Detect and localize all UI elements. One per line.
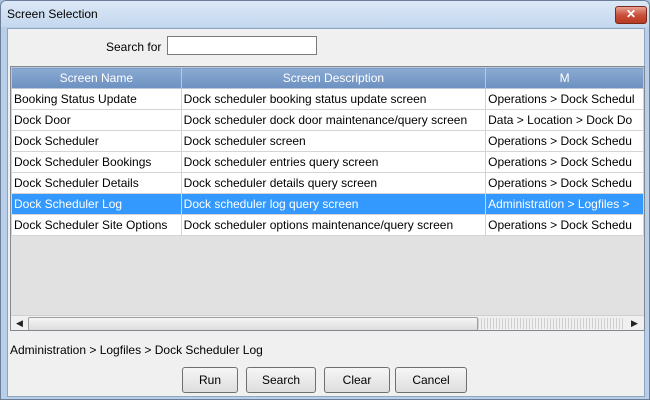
cell-menu-path: Operations > Dock Schedu <box>485 172 644 194</box>
scrollbar-thumb[interactable] <box>28 317 478 330</box>
table-row[interactable]: Dock Scheduler Site Options Dock schedule… <box>11 214 644 236</box>
search-input[interactable] <box>167 36 317 55</box>
cell-screen-name: Dock Scheduler Site Options <box>11 214 182 236</box>
cell-menu-path: Administration > Logfiles > <box>485 193 644 215</box>
table-body: Booking Status Update Dock scheduler book… <box>11 88 644 236</box>
search-label: Search for <box>106 40 162 54</box>
arrow-right-icon: ▶ <box>631 318 638 328</box>
table-header-row: Screen Name Screen Description M <box>11 67 644 89</box>
cell-screen-description: Dock scheduler entries query screen <box>180 151 487 173</box>
close-button[interactable]: ✕ <box>615 6 647 24</box>
cell-menu-path: Operations > Dock Schedul <box>485 88 644 110</box>
cell-menu-path: Operations > Dock Schedu <box>485 151 644 173</box>
table-row[interactable]: Booking Status Update Dock scheduler book… <box>11 88 644 110</box>
cell-screen-description: Dock scheduler log query screen <box>180 193 487 215</box>
screen-table-grid: Screen Name Screen Description M Booking… <box>11 67 644 236</box>
table-row[interactable]: Dock Scheduler Bookings Dock scheduler en… <box>11 151 644 173</box>
cell-screen-name: Booking Status Update <box>11 88 182 110</box>
arrow-left-icon: ◀ <box>16 318 23 328</box>
close-icon: ✕ <box>625 7 637 21</box>
screen-selection-window: Screen Selection ✕ Search for Screen Nam… <box>0 0 650 400</box>
cell-screen-description: Dock scheduler booking status update scr… <box>180 88 487 110</box>
scrollbar-track[interactable] <box>478 318 624 329</box>
window-title: Screen Selection <box>7 7 98 21</box>
column-header-screen-description[interactable]: Screen Description <box>180 67 487 89</box>
cell-screen-name: Dock Scheduler Details <box>11 172 182 194</box>
column-header-screen-name[interactable]: Screen Name <box>11 67 182 89</box>
clear-button[interactable]: Clear <box>324 367 390 393</box>
column-header-menu-path[interactable]: M <box>485 67 644 89</box>
title-bar[interactable]: Screen Selection ✕ <box>1 1 649 27</box>
dialog-body: Search for Screen Name Screen Descriptio… <box>7 28 645 397</box>
cell-screen-name: Dock Scheduler Bookings <box>11 151 182 173</box>
table-row[interactable]: Dock Scheduler Log Dock scheduler log que… <box>11 193 644 215</box>
cell-menu-path: Operations > Dock Schedu <box>485 130 644 152</box>
cell-screen-description: Dock scheduler details query screen <box>180 172 487 194</box>
table-row[interactable]: Dock Door Dock scheduler dock door mainte… <box>11 109 644 131</box>
horizontal-scrollbar[interactable]: ◀ ▶ <box>11 315 644 330</box>
cell-screen-description: Dock scheduler dock door maintenance/que… <box>180 109 487 131</box>
scroll-right-button[interactable]: ▶ <box>627 316 642 330</box>
cell-screen-name: Dock Scheduler Log <box>11 193 182 215</box>
cell-screen-description: Dock scheduler screen <box>180 130 487 152</box>
table-row[interactable]: Dock Scheduler Dock scheduler screen Opera… <box>11 130 644 152</box>
run-button[interactable]: Run <box>182 367 238 393</box>
selected-path-label: Administration > Logfiles > Dock Schedul… <box>10 343 263 357</box>
screen-table: Screen Name Screen Description M Booking… <box>10 66 645 331</box>
scroll-left-button[interactable]: ◀ <box>12 316 27 330</box>
cell-menu-path: Operations > Dock Schedu <box>485 214 644 236</box>
search-button[interactable]: Search <box>246 367 316 393</box>
cell-screen-name: Dock Door <box>11 109 182 131</box>
cell-menu-path: Data > Location > Dock Do <box>485 109 644 131</box>
cell-screen-description: Dock scheduler options maintenance/query… <box>180 214 487 236</box>
table-viewport: Screen Name Screen Description M Booking… <box>11 67 644 315</box>
table-row[interactable]: Dock Scheduler Details Dock scheduler det… <box>11 172 644 194</box>
cell-screen-name: Dock Scheduler <box>11 130 182 152</box>
cancel-button[interactable]: Cancel <box>395 367 467 393</box>
